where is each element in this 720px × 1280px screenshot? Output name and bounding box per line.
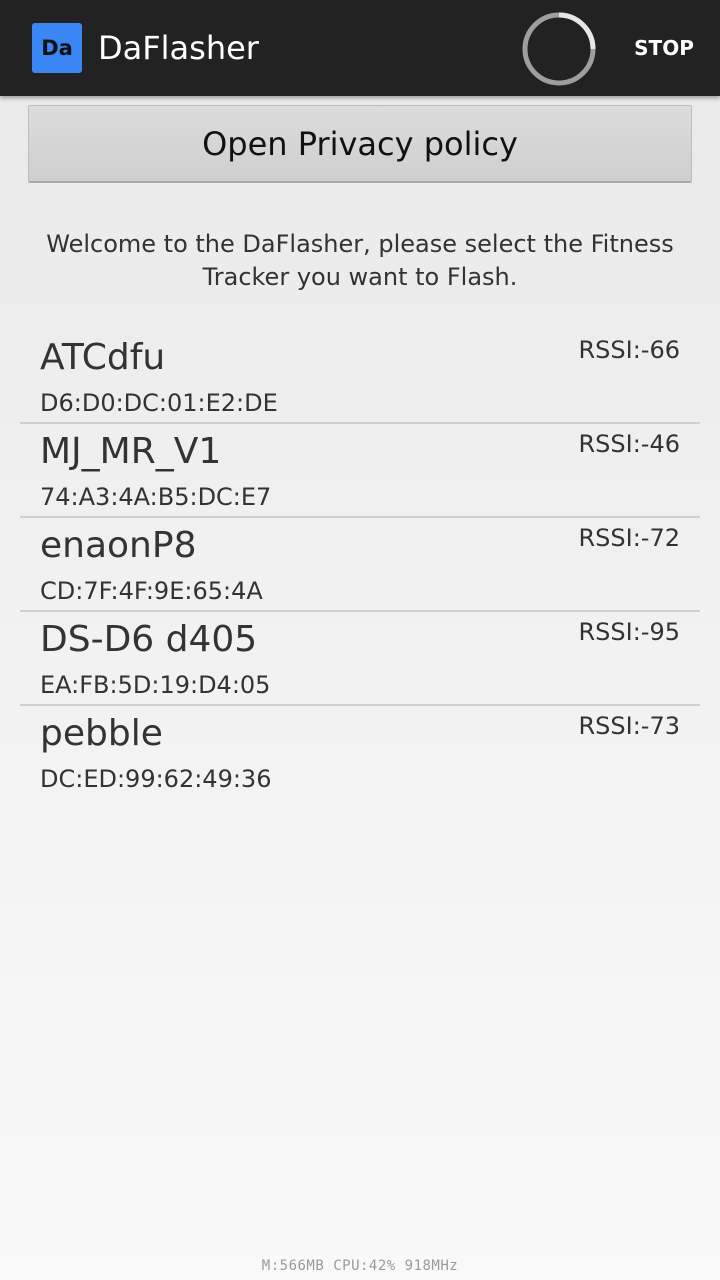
device-list-item[interactable]: MJ_MR_V1 74:A3:4A:B5:DC:E7 RSSI:-46 [20, 424, 700, 518]
device-list-item[interactable]: enaonP8 CD:7F:4F:9E:65:4A RSSI:-72 [20, 518, 700, 612]
action-bar: Da DaFlasher STOP [0, 0, 720, 96]
device-name: pebble [40, 713, 163, 754]
stop-button[interactable]: STOP [620, 28, 708, 68]
welcome-message: Welcome to the DaFlasher, please select … [46, 230, 674, 291]
device-list-item[interactable]: ATCdfu D6:D0:DC:01:E2:DE RSSI:-66 [20, 330, 700, 424]
device-rssi: RSSI:-73 [578, 712, 680, 740]
device-name: enaonP8 [40, 525, 197, 566]
device-rssi: RSSI:-46 [578, 430, 680, 458]
app-title: DaFlasher [98, 29, 259, 67]
device-mac-address: CD:7F:4F:9E:65:4A [40, 577, 263, 605]
device-name: MJ_MR_V1 [40, 431, 222, 472]
app-logo-icon: Da [32, 23, 82, 73]
device-rssi: RSSI:-66 [578, 336, 680, 364]
device-name: DS-D6 d405 [40, 619, 258, 660]
device-mac-address: EA:FB:5D:19:D4:05 [40, 671, 271, 699]
device-list-item[interactable]: pebble DC:ED:99:62:49:36 RSSI:-73 [20, 706, 700, 800]
debug-stats-overlay: M:566MB CPU:42% 918MHz [261, 1258, 459, 1274]
device-list-item[interactable]: DS-D6 d405 EA:FB:5D:19:D4:05 RSSI:-95 [20, 612, 700, 706]
device-mac-address: D6:D0:DC:01:E2:DE [40, 389, 278, 417]
open-privacy-policy-button[interactable]: Open Privacy policy [28, 105, 692, 183]
device-name: ATCdfu [40, 337, 166, 378]
device-mac-address: DC:ED:99:62:49:36 [40, 765, 272, 793]
device-list: ATCdfu D6:D0:DC:01:E2:DE RSSI:-66 MJ_MR_… [20, 330, 700, 800]
progress-spinner-icon [522, 12, 596, 86]
device-rssi: RSSI:-95 [578, 618, 680, 646]
device-mac-address: 74:A3:4A:B5:DC:E7 [40, 483, 272, 511]
device-rssi: RSSI:-72 [578, 524, 680, 552]
